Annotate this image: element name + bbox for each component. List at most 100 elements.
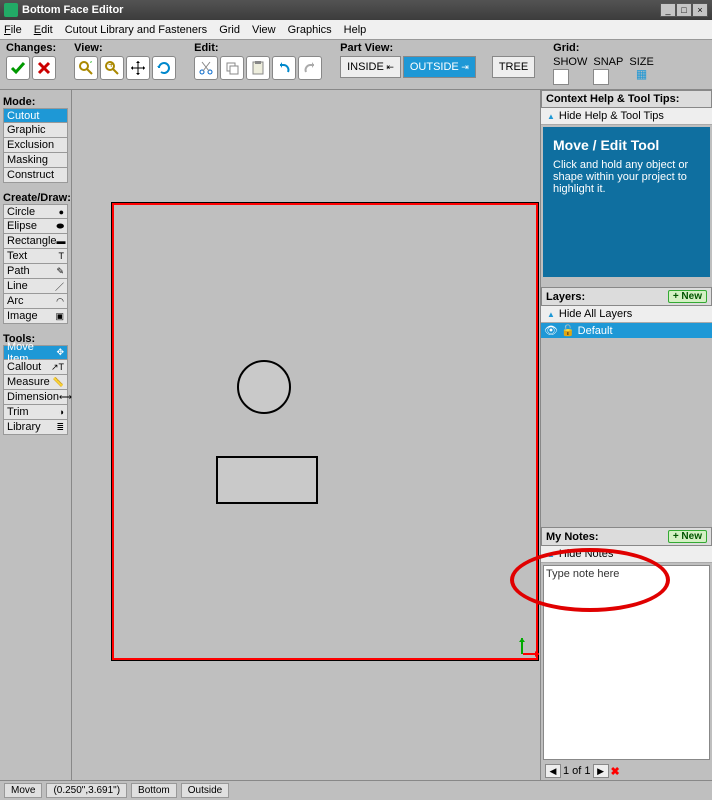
grid-show[interactable]: SHOW [553,56,587,85]
svg-text:+: + [108,60,114,71]
create-rectangle[interactable]: Rectangle▬ [3,234,68,249]
titlebar: Bottom Face Editor _ □ × [0,0,712,20]
menu-file[interactable]: File [4,24,22,36]
create-image[interactable]: Image▣ [3,309,68,324]
menu-view[interactable]: View [252,24,276,36]
tool-callout[interactable]: Callout↗T [3,360,68,375]
partview-label: Part View: [340,42,535,54]
move-icon: ✥ [56,347,64,358]
outside-button[interactable]: OUTSIDE ⇥ [403,56,476,78]
create-elipse[interactable]: Elipse⬬ [3,219,68,234]
mode-construct[interactable]: Construct [3,168,68,183]
cut-button[interactable] [194,56,218,80]
lock-icon[interactable]: 🔓 [561,324,575,337]
help-body: Click and hold any object or shape withi… [553,159,700,195]
refresh-button[interactable] [152,56,176,80]
grid-size[interactable]: SIZE▦ [629,56,653,85]
zoom-fit-button[interactable] [74,56,98,80]
toolbar: Changes: View: + Edit: Part View: INSIDE… [0,40,712,90]
trim-icon: ◑ [59,407,64,417]
create-circle[interactable]: Circle● [3,204,68,219]
help-header: Context Help & Tool Tips: [541,90,712,108]
pan-button[interactable] [126,56,150,80]
inside-button[interactable]: INSIDE ⇤ [340,56,401,78]
mode-exclusion[interactable]: Exclusion [3,138,68,153]
layers-header: Layers:+ New [541,287,712,306]
mode-graphic[interactable]: Graphic [3,123,68,138]
circle-icon: ● [59,207,64,217]
help-title: Move / Edit Tool [553,137,700,153]
mode-label: Mode: [3,96,68,108]
note-prev-button[interactable]: ◀ [545,764,561,778]
mode-list: Cutout Graphic Exclusion Masking Constru… [3,108,68,183]
paste-button[interactable] [246,56,270,80]
create-line[interactable]: Line／ [3,279,68,294]
create-path[interactable]: Path✎ [3,264,68,279]
menu-grid[interactable]: Grid [219,24,240,36]
create-text[interactable]: TextT [3,249,68,264]
redo-button[interactable] [298,56,322,80]
zoom-in-button[interactable]: + [100,56,124,80]
maximize-button[interactable]: □ [676,3,692,17]
app-icon [4,3,18,17]
visibility-icon[interactable]: 👁 [544,324,558,337]
create-label: Create/Draw: [3,192,68,204]
menubar: File Edit Cutout Library and Fasteners G… [0,20,712,40]
view-label: View: [74,42,176,54]
minimize-button[interactable]: _ [660,3,676,17]
status-face: Bottom [131,783,177,798]
notes-placeholder: Type note here [546,568,619,580]
menu-graphics[interactable]: Graphics [288,24,332,36]
note-next-button[interactable]: ▶ [593,764,609,778]
arc-icon: ◠ [56,296,64,307]
note-page: 1 of 1 [563,765,591,777]
dimension-icon: ⟷ [59,392,72,403]
canvas[interactable] [72,90,540,780]
tool-trim[interactable]: Trim◑ [3,405,68,420]
hide-notes-link[interactable]: ▲Hide Notes [541,546,712,563]
collapse-icon: ▲ [547,310,555,319]
measure-icon: 📏 [53,377,64,388]
shape-rectangle[interactable] [216,456,318,504]
tree-button[interactable]: TREE [492,56,535,78]
tool-measure[interactable]: Measure📏 [3,375,68,390]
mode-cutout[interactable]: Cutout [3,108,68,123]
menu-help[interactable]: Help [344,24,367,36]
collapse-icon: ▲ [547,112,555,121]
hide-help-link[interactable]: ▲Hide Help & Tool Tips [541,108,712,125]
undo-button[interactable] [272,56,296,80]
status-view: Outside [181,783,229,798]
right-panel: Context Help & Tool Tips: ▲Hide Help & T… [540,90,712,780]
notes-input[interactable]: Type note here [543,565,710,760]
callout-icon: ↗T [51,362,64,373]
accept-button[interactable] [6,56,30,80]
grid-label: Grid: [553,42,654,54]
new-layer-button[interactable]: + New [668,290,707,303]
window-title: Bottom Face Editor [22,4,123,16]
new-note-button[interactable]: + New [668,530,707,543]
tool-move[interactable]: Move Item✥ [3,345,68,360]
menu-cutout[interactable]: Cutout Library and Fasteners [65,24,207,36]
left-panel: Mode: Cutout Graphic Exclusion Masking C… [0,90,72,780]
edit-label: Edit: [194,42,322,54]
grid-snap[interactable]: SNAP [593,56,623,85]
tool-library[interactable]: Library≣ [3,420,68,435]
status-mode: Move [4,783,42,798]
statusbar: Move (0.250",3.691") Bottom Outside [0,780,712,800]
layer-default[interactable]: 👁 🔓 Default [541,323,712,338]
ellipse-icon: ⬬ [56,221,64,232]
reject-button[interactable] [32,56,56,80]
tool-dimension[interactable]: Dimension⟷ [3,390,68,405]
create-arc[interactable]: Arc◠ [3,294,68,309]
menu-edit[interactable]: Edit [34,24,53,36]
part-outline[interactable] [112,203,538,660]
shape-circle[interactable] [237,360,291,414]
mode-masking[interactable]: Masking [3,153,68,168]
axis-y-arrow [516,634,528,657]
note-delete-button[interactable]: ✖ [611,765,620,778]
copy-button[interactable] [220,56,244,80]
hide-layers-link[interactable]: ▲Hide All Layers [541,306,712,323]
notes-header: My Notes:+ New [541,527,712,546]
path-icon: ✎ [56,266,64,277]
close-button[interactable]: × [692,3,708,17]
